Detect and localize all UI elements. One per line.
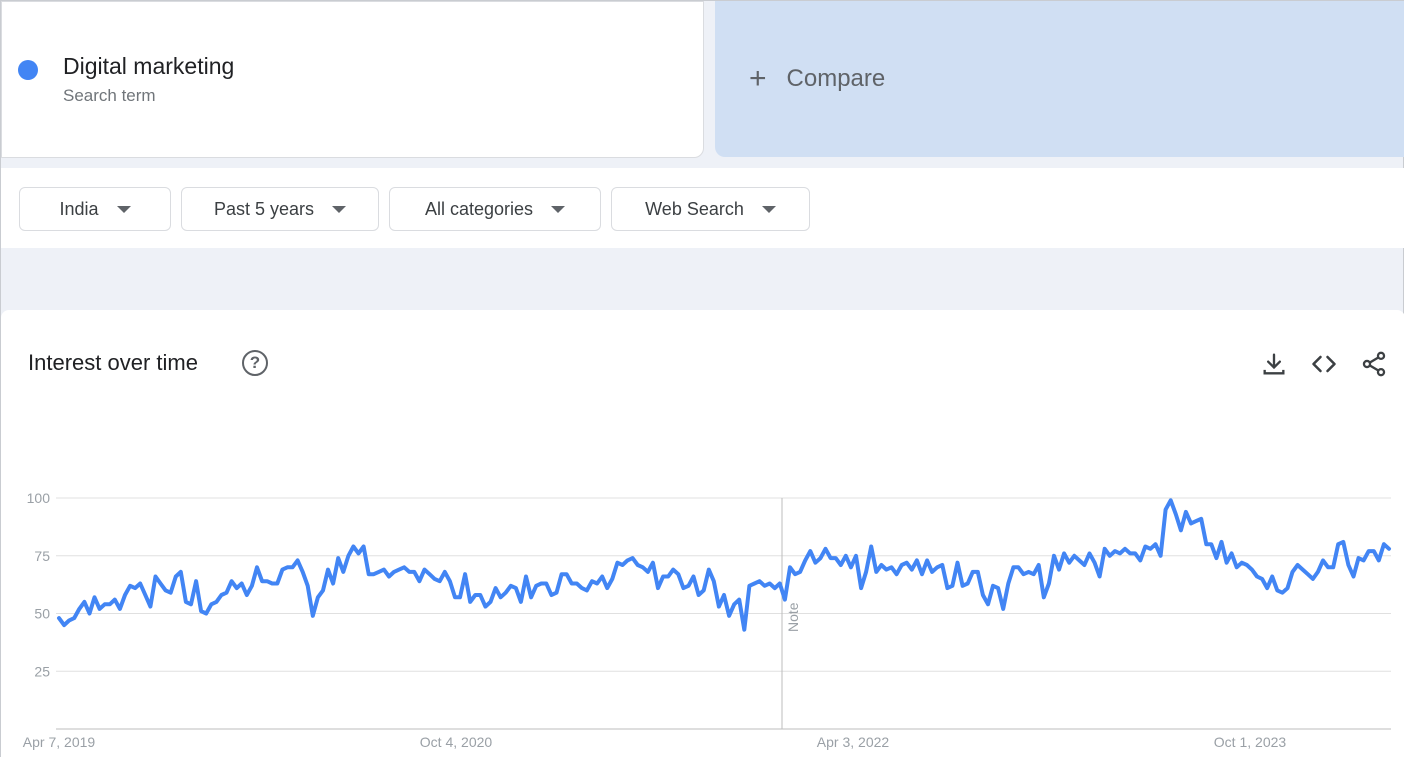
search-type-dropdown[interactable]: Web Search (611, 187, 810, 231)
y-tick-label: 25 (34, 663, 50, 679)
search-term-name[interactable]: Digital marketing (63, 53, 234, 80)
caret-down-icon (761, 205, 776, 213)
search-term-type: Search term (63, 86, 156, 105)
region-dropdown[interactable]: India (19, 187, 171, 231)
y-tick-label: 50 (34, 606, 50, 622)
series-line (57, 498, 1391, 632)
interest-line-chart: 25 50 75 100 Apr 7, 2019 Oct 4, 2020 Apr 3, 20… (23, 490, 1391, 750)
category-value: All categories (424, 198, 534, 219)
caret-down-icon (332, 205, 347, 213)
compare-button[interactable]: + Compare (715, 1, 1404, 157)
filter-bar: India Past 5 years All categories Web Se… (1, 168, 1404, 248)
time-range-dropdown[interactable]: Past 5 years (181, 187, 379, 231)
plus-icon: + (749, 62, 767, 95)
x-tick-label: Oct 1, 2023 (1214, 734, 1287, 750)
y-tick-label: 75 (34, 548, 50, 564)
caret-down-icon (116, 205, 131, 213)
x-tick-label: Apr 3, 2022 (817, 734, 890, 750)
caret-down-icon (551, 205, 566, 213)
time-range-value: Past 5 years (213, 198, 315, 219)
search-term-card[interactable]: Digital marketing Search term (1, 1, 704, 158)
search-type-value: Web Search (645, 198, 744, 219)
region-value: India (59, 198, 99, 219)
x-tick-label: Apr 7, 2019 (23, 734, 96, 750)
compare-label: Compare (786, 65, 886, 92)
y-tick-label: 100 (27, 490, 51, 506)
x-tick-label: Oct 4, 2020 (420, 734, 493, 750)
note-annotation: Note (785, 602, 801, 632)
category-dropdown[interactable]: All categories (389, 187, 601, 231)
interest-over-time-card: Interest over time ? 25 50 75 100 Apr 7, 201… (1, 310, 1404, 757)
series-color-dot (18, 60, 38, 80)
